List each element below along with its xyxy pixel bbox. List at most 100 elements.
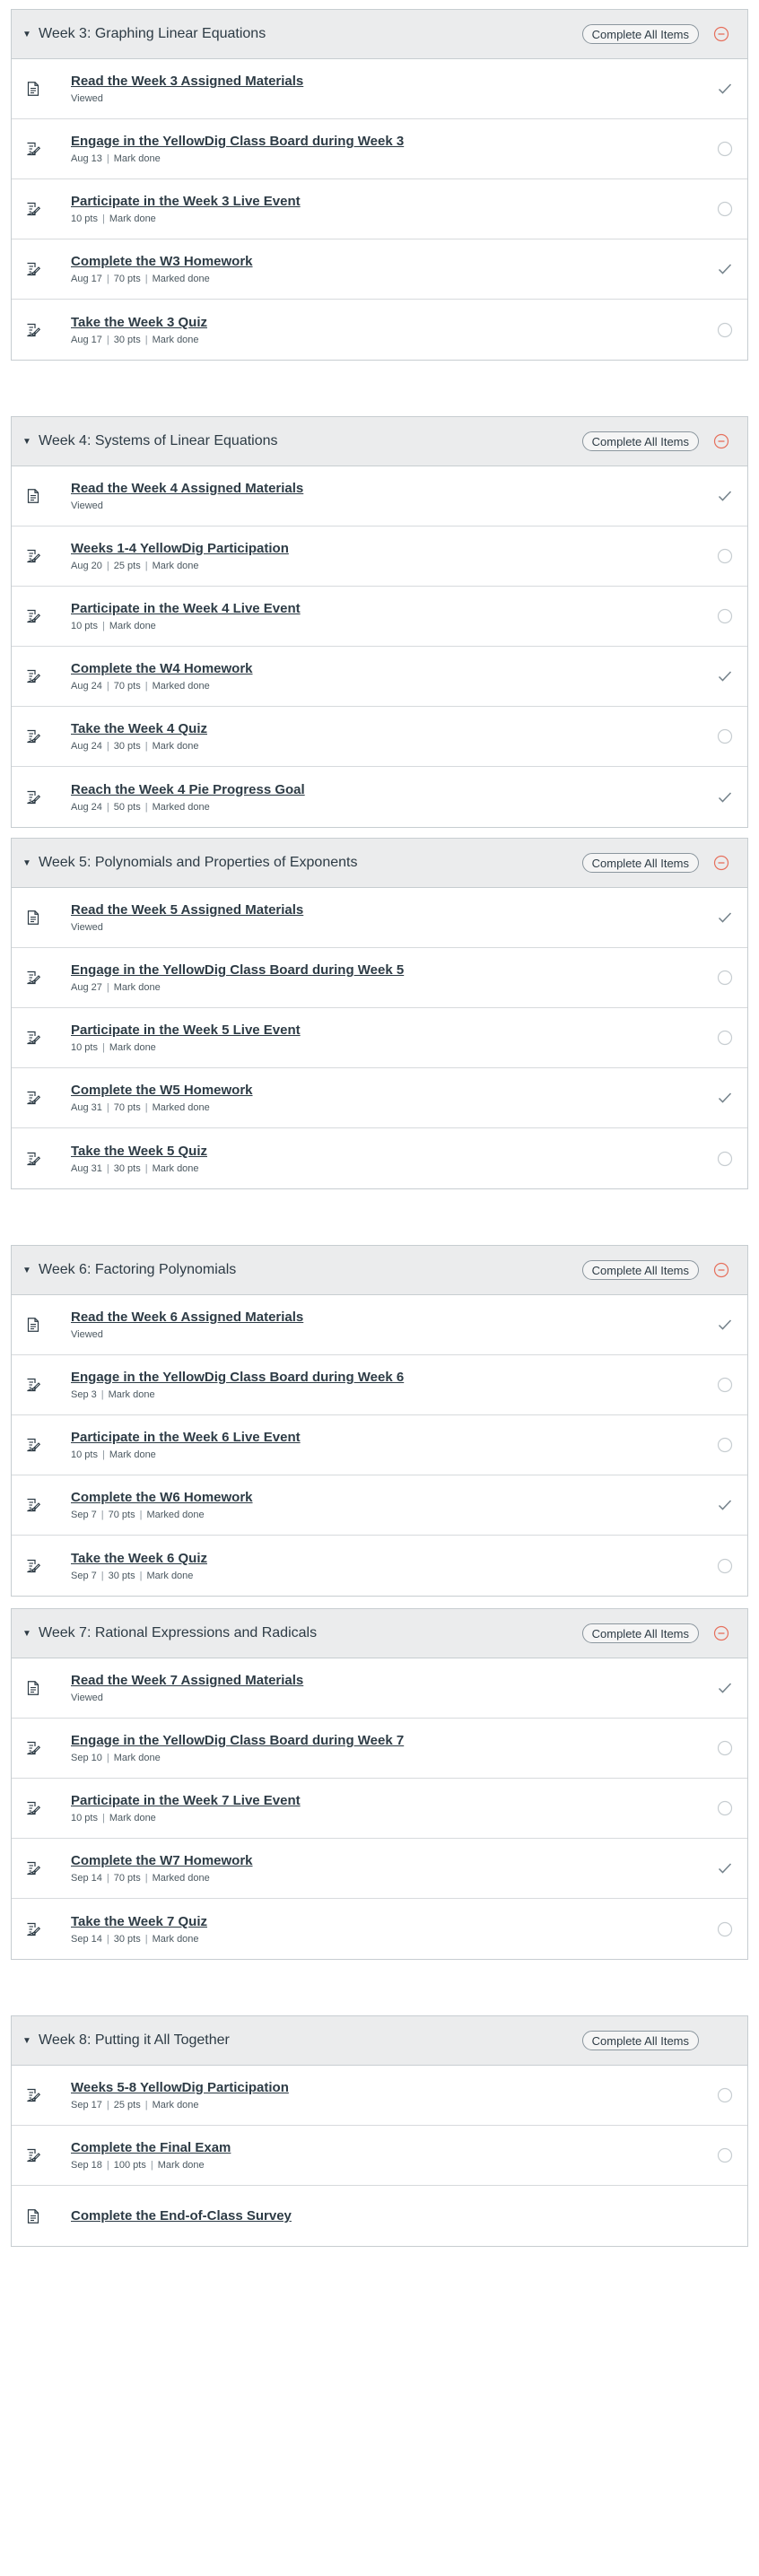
collapse-caret-icon[interactable]: ▼ [22,1266,31,1275]
meta-value: 50 pts [113,801,141,813]
module-item-text: Take the Week 6 Quiz Sep 7 | 30 pts | Mark do… [71,1550,717,1582]
module-item-meta: Sep 14 | 70 pts | Marked done [71,1872,717,1884]
module-item: Participate in the Week 3 Live Event 10 p… [12,179,747,239]
assignment-icon [26,1090,40,1106]
module-item-title-link[interactable]: Read the Week 3 Assigned Materials [71,73,717,90]
module-item-title-link[interactable]: Complete the Final Exam [71,2139,717,2156]
module-item-title-link[interactable]: Take the Week 4 Quiz [71,720,717,737]
module-item-title-link[interactable]: Take the Week 3 Quiz [71,314,717,331]
complete-all-items-button[interactable]: Complete All Items [581,24,699,44]
module-item-meta: 10 pts | Mark done [71,213,717,225]
incomplete-circle-icon [717,1800,733,1816]
module-header: ▼ Week 5: Polynomials and Properties of E… [12,839,747,888]
meta-value: 70 pts [113,1102,141,1113]
assignment-icon [26,1558,40,1574]
meta-value: Sep 17 [71,2100,102,2110]
module-item-title-link[interactable]: Take the Week 5 Quiz [71,1143,717,1160]
module-item: Engage in the YellowDig Class Board duri… [12,1355,747,1415]
module-item-title-link[interactable]: Participate in the Week 3 Live Event [71,193,717,210]
module-item-title-link[interactable]: Read the Week 6 Assigned Materials [71,1309,717,1326]
page-icon [26,1317,40,1333]
module-item-title-link[interactable]: Engage in the YellowDig Class Board duri… [71,1732,717,1749]
meta-value: Mark done [113,1753,161,1763]
meta-value: Marked done [152,801,210,813]
assignment-icon [26,1921,40,1937]
complete-all-items-button[interactable]: Complete All Items [581,2031,699,2050]
module-item-title-link[interactable]: Participate in the Week 6 Live Event [71,1429,717,1446]
module-item-title-link[interactable]: Engage in the YellowDig Class Board duri… [71,133,717,150]
module-item-title-link[interactable]: Read the Week 4 Assigned Materials [71,480,717,497]
meta-separator: | [101,213,105,224]
module-item-text: Complete the W7 Homework Sep 14 | 70 pts | Ma… [71,1852,717,1884]
module: ▼ Week 8: Putting it All Together Complete… [11,2015,748,2247]
meta-value: Aug 24 [71,741,102,752]
incomplete-circle-icon [717,322,733,338]
module-item-title-link[interactable]: Participate in the Week 7 Live Event [71,1792,717,1809]
module-item-title-link[interactable]: Complete the W3 Homework [71,253,717,270]
module-item-title-link[interactable]: Reach the Week 4 Pie Progress Goal [71,781,717,798]
module-item: Participate in the Week 7 Live Event 10 p… [12,1779,747,1839]
module-title: Week 3: Graphing Linear Equations [39,26,266,41]
module-item-meta: Sep 10 | Mark done [71,1752,717,1764]
module-item-title-link[interactable]: Engage in the YellowDig Class Board duri… [71,1369,717,1386]
meta-value: 30 pts [113,1162,141,1174]
meta-value: Viewed [71,1693,103,1703]
module-item-text: Participate in the Week 6 Live Event 10 p… [71,1429,717,1461]
module-item-title-link[interactable]: Complete the W6 Homework [71,1489,717,1506]
module-item-text: Engage in the YellowDig Class Board duri… [71,1369,717,1401]
meta-separator: | [106,334,109,345]
assignment-icon [26,548,40,564]
module-item-text: Take the Week 5 Quiz Aug 31 | 30 pts | Mark d… [71,1143,717,1175]
meta-value: Aug 17 [71,274,102,284]
module-item-meta: Sep 18 | 100 pts | Mark done [71,2159,717,2171]
complete-all-items-button[interactable]: Complete All Items [581,1260,699,1280]
meta-separator: | [150,2160,153,2171]
module-item-meta: Viewed [71,92,717,105]
module-item-title-link[interactable]: Read the Week 5 Assigned Materials [71,901,717,918]
module-item-title-link[interactable]: Take the Week 7 Quiz [71,1913,717,1930]
collapse-caret-icon[interactable]: ▼ [22,2036,31,2046]
module-item-title-link[interactable]: Complete the W5 Homework [71,1082,717,1099]
meta-separator: | [106,2100,109,2110]
incomplete-circle-icon [717,548,733,564]
incomplete-circle-icon [717,141,733,157]
collapse-caret-icon[interactable]: ▼ [22,1629,31,1639]
module-item: Complete the W6 Homework Sep 7 | 70 pts | Mar… [12,1475,747,1536]
complete-all-items-button[interactable]: Complete All Items [581,1623,699,1643]
meta-separator: | [106,1873,109,1884]
meta-value: Aug 13 [71,153,102,164]
module-item-text: Engage in the YellowDig Class Board duri… [71,1732,717,1764]
meta-separator: | [100,1510,104,1520]
module-item-meta: Sep 17 | 25 pts | Mark done [71,2099,717,2111]
complete-all-items-button[interactable]: Complete All Items [581,853,699,873]
assignment-icon [26,322,40,338]
module-item-title-link[interactable]: Engage in the YellowDig Class Board duri… [71,962,717,979]
incomplete-circle-icon [717,2147,733,2163]
collapse-caret-icon[interactable]: ▼ [22,858,31,868]
module-item-meta: Viewed [71,1692,717,1704]
assignment-icon [26,1377,40,1393]
module-item-title-link[interactable]: Participate in the Week 5 Live Event [71,1022,717,1039]
collapse-caret-icon[interactable]: ▼ [22,437,31,447]
module-item-title-link[interactable]: Complete the W7 Homework [71,1852,717,1869]
module-item-title-link[interactable]: Complete the W4 Homework [71,660,717,677]
module-item-text: Engage in the YellowDig Class Board duri… [71,133,717,165]
meta-value: 100 pts [113,2160,146,2171]
meta-value: Sep 7 [71,1570,97,1581]
collapse-caret-icon[interactable]: ▼ [22,30,31,39]
module-item: Participate in the Week 4 Live Event 10 p… [12,587,747,647]
module-item-title-link[interactable]: Complete the End-of-Class Survey [71,2207,717,2224]
module-item-title-link[interactable]: Read the Week 7 Assigned Materials [71,1672,717,1689]
module-item-title-link[interactable]: Weeks 5-8 YellowDig Participation [71,2079,717,2096]
module-item-meta: Aug 20 | 25 pts | Mark done [71,560,717,572]
assignment-icon [26,2147,40,2163]
module-item-text: Take the Week 3 Quiz Aug 17 | 30 pts | Mark d… [71,314,717,346]
module-item-title-link[interactable]: Weeks 1-4 YellowDig Participation [71,540,717,557]
module-item-title-link[interactable]: Take the Week 6 Quiz [71,1550,717,1567]
module-item-title-link[interactable]: Participate in the Week 4 Live Event [71,600,717,617]
module-item-text: Reach the Week 4 Pie Progress Goal Aug 24… [71,781,717,814]
page-icon [26,1680,40,1696]
module-item-meta: Aug 31 | 70 pts | Marked done [71,1101,717,1114]
meta-value: Aug 24 [71,681,102,692]
complete-all-items-button[interactable]: Complete All Items [581,431,699,451]
